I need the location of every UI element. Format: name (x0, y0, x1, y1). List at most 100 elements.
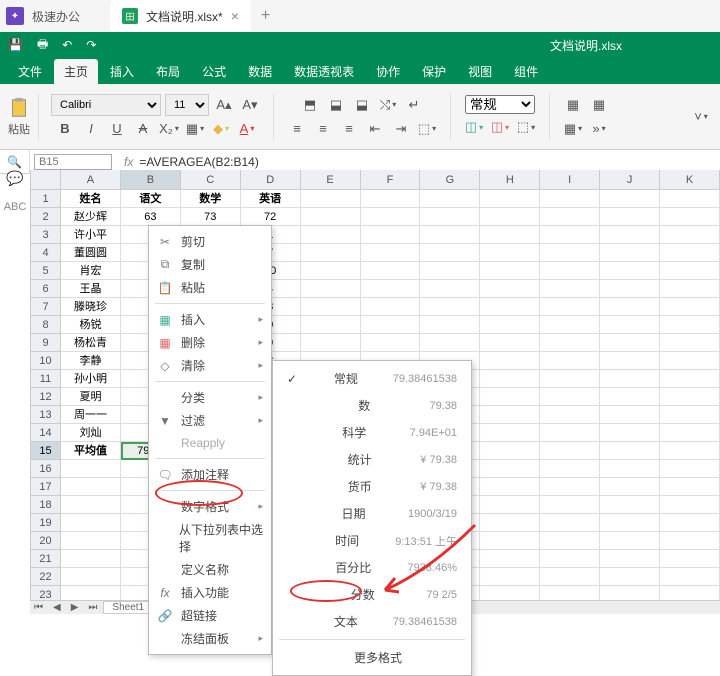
align-right-icon[interactable]: ≡ (338, 118, 360, 140)
cell[interactable] (600, 460, 660, 478)
cell[interactable] (361, 280, 421, 298)
formula-input[interactable]: =AVERAGEA(B2:B14) (137, 155, 720, 169)
table-style-icon[interactable]: ▦ (588, 94, 610, 116)
comment-icon[interactable]: 💬 (6, 170, 23, 187)
cell[interactable] (660, 406, 720, 424)
cell[interactable] (660, 262, 720, 280)
cell[interactable]: 孙小明 (61, 370, 121, 388)
cell[interactable] (361, 208, 421, 226)
cell[interactable] (480, 424, 540, 442)
col-header[interactable]: B (121, 170, 181, 190)
cell[interactable]: 肖宏 (61, 262, 121, 280)
wrap-text-icon[interactable]: ↵ (403, 94, 425, 116)
row-header[interactable]: 18 (31, 496, 61, 514)
row-header[interactable]: 21 (31, 550, 61, 568)
cell[interactable] (660, 370, 720, 388)
cell[interactable] (600, 316, 660, 334)
cell[interactable] (480, 532, 540, 550)
cell[interactable]: 滕晓珍 (61, 298, 121, 316)
cell[interactable] (660, 280, 720, 298)
align-left-icon[interactable]: ≡ (286, 118, 308, 140)
cell[interactable] (420, 262, 480, 280)
decrease-font-icon[interactable]: A▾ (239, 94, 261, 116)
cell[interactable] (61, 496, 121, 514)
cell[interactable] (480, 316, 540, 334)
select-all-corner[interactable] (31, 170, 61, 190)
cell[interactable]: 杨锐 (61, 316, 121, 334)
row-header[interactable]: 1 (31, 190, 61, 208)
cell[interactable] (480, 550, 540, 568)
cell[interactable] (660, 460, 720, 478)
cell[interactable] (660, 442, 720, 460)
cell[interactable] (301, 190, 361, 208)
row-header[interactable]: 12 (31, 388, 61, 406)
cell[interactable] (480, 262, 540, 280)
save-icon[interactable]: 💾 (8, 38, 23, 52)
ctx-copy[interactable]: ⧉复制 (149, 253, 271, 276)
cell[interactable] (600, 532, 660, 550)
row-header[interactable]: 20 (31, 532, 61, 550)
cell-styles-icon[interactable]: ▦ (562, 118, 584, 140)
cell[interactable] (660, 208, 720, 226)
cell[interactable] (540, 226, 600, 244)
cell[interactable] (660, 316, 720, 334)
ctx-delete[interactable]: ▦删除▸ (149, 331, 271, 354)
increase-font-icon[interactable]: A▴ (213, 94, 235, 116)
cell[interactable] (361, 316, 421, 334)
cell[interactable] (540, 514, 600, 532)
col-header[interactable]: K (660, 170, 720, 190)
col-header[interactable]: H (480, 170, 540, 190)
cell[interactable] (600, 568, 660, 586)
ctx-freeze[interactable]: 冻结面板▸ (149, 627, 271, 650)
row-header[interactable]: 23 (31, 586, 61, 600)
cell[interactable] (480, 352, 540, 370)
menu-插入[interactable]: 插入 (100, 59, 144, 84)
cell[interactable] (361, 262, 421, 280)
cell[interactable] (540, 550, 600, 568)
cell[interactable]: 语文 (121, 190, 181, 208)
numfmt-日期[interactable]: 日期1900/3/19 (273, 500, 471, 527)
col-header[interactable]: D (241, 170, 301, 190)
cell[interactable] (600, 190, 660, 208)
cell[interactable] (480, 442, 540, 460)
menu-保护[interactable]: 保护 (412, 59, 456, 84)
row-header[interactable]: 9 (31, 334, 61, 352)
col-header[interactable]: G (420, 170, 480, 190)
cell[interactable] (301, 244, 361, 262)
cell[interactable] (660, 244, 720, 262)
menu-数据[interactable]: 数据 (238, 59, 282, 84)
numfmt-more[interactable]: 更多格式 (273, 644, 471, 671)
ctx-dropdown-select[interactable]: 从下拉列表中选择 (149, 518, 271, 558)
font-size-select[interactable]: 11 (165, 94, 209, 116)
cell[interactable] (540, 478, 600, 496)
cell[interactable]: 平均值 (61, 442, 121, 460)
row-header[interactable]: 3 (31, 226, 61, 244)
cell[interactable] (61, 550, 121, 568)
ctx-number-format[interactable]: 数字格式▸ (149, 495, 271, 518)
sheet-nav-first[interactable]: ⏮ (30, 602, 47, 613)
menu-公式[interactable]: 公式 (192, 59, 236, 84)
col-header[interactable]: E (301, 170, 361, 190)
cell[interactable] (660, 388, 720, 406)
cell[interactable] (61, 568, 121, 586)
cond-format-icon[interactable]: ▦ (562, 94, 584, 116)
cell[interactable] (480, 226, 540, 244)
ctx-paste[interactable]: 📋粘贴 (149, 276, 271, 299)
cell[interactable] (540, 190, 600, 208)
menu-布局[interactable]: 布局 (146, 59, 190, 84)
font-color-button[interactable]: A (236, 118, 258, 140)
cell[interactable] (600, 208, 660, 226)
cell[interactable] (660, 478, 720, 496)
cell[interactable]: 英语 (241, 190, 301, 208)
sheet-nav-last[interactable]: ⏭ (84, 602, 101, 613)
cell[interactable] (600, 442, 660, 460)
cell[interactable] (540, 208, 600, 226)
cell[interactable] (480, 244, 540, 262)
cell[interactable] (61, 586, 121, 600)
cell[interactable] (540, 424, 600, 442)
cell[interactable]: 63 (121, 208, 181, 226)
cell[interactable] (540, 442, 600, 460)
cell[interactable]: 刘灿 (61, 424, 121, 442)
cell[interactable] (660, 352, 720, 370)
cell[interactable] (540, 298, 600, 316)
